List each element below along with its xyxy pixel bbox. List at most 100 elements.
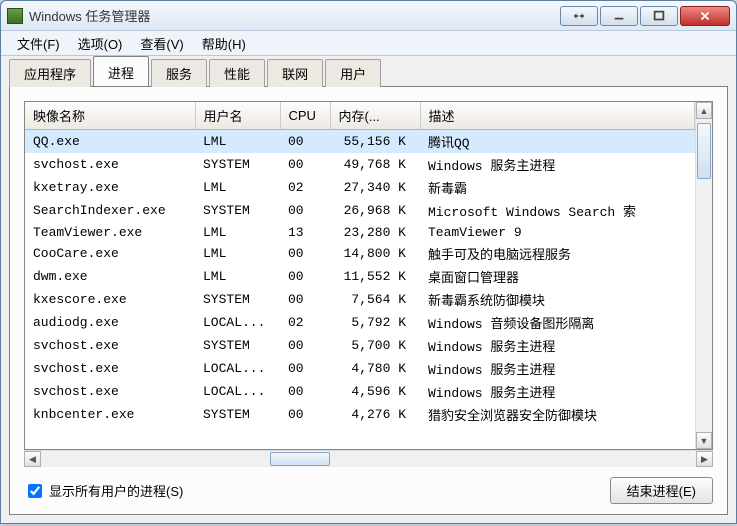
- show-all-users-label: 显示所有用户的进程(S): [49, 481, 183, 500]
- process-description: Windows 服务主进程: [420, 334, 695, 357]
- process-description: Microsoft Windows Search 索: [420, 199, 695, 222]
- scroll-down-button[interactable]: ▼: [696, 432, 712, 449]
- process-name: kxescore.exe: [25, 288, 195, 311]
- process-memory: 23,280 K: [330, 222, 420, 242]
- process-name: audiodg.exe: [25, 311, 195, 334]
- table-row[interactable]: svchost.exeSYSTEM0049,768 KWindows 服务主进程: [25, 153, 695, 176]
- table-row[interactable]: knbcenter.exeSYSTEM004,276 K猎豹安全浏览器安全防御模…: [25, 403, 695, 426]
- vertical-scrollbar[interactable]: ▲ ▼: [695, 102, 712, 449]
- end-process-button[interactable]: 结束进程(E): [610, 477, 713, 504]
- process-cpu: 00: [280, 403, 330, 426]
- table-row[interactable]: kxescore.exeSYSTEM007,564 K新毒霸系统防御模块: [25, 288, 695, 311]
- process-user: SYSTEM: [195, 199, 280, 222]
- table-row[interactable]: svchost.exeLOCAL...004,596 KWindows 服务主进…: [25, 380, 695, 403]
- bottom-bar: 显示所有用户的进程(S) 结束进程(E): [24, 467, 713, 504]
- col-image-name[interactable]: 映像名称: [25, 102, 195, 130]
- hscroll-thumb[interactable]: [270, 452, 330, 466]
- tab-networking[interactable]: 联网: [267, 59, 323, 87]
- tab-users[interactable]: 用户: [325, 59, 381, 87]
- process-memory: 11,552 K: [330, 265, 420, 288]
- table-row[interactable]: svchost.exeSYSTEM005,700 KWindows 服务主进程: [25, 334, 695, 357]
- tab-performance[interactable]: 性能: [209, 59, 265, 87]
- scroll-thumb[interactable]: [697, 123, 711, 179]
- table-row[interactable]: kxetray.exeLML0227,340 K新毒霸: [25, 176, 695, 199]
- menu-help[interactable]: 帮助(H): [194, 32, 254, 55]
- col-description[interactable]: 描述: [420, 102, 695, 130]
- process-cpu: 00: [280, 334, 330, 357]
- table-row[interactable]: TeamViewer.exeLML1323,280 KTeamViewer 9: [25, 222, 695, 242]
- tabbar: 应用程序 进程 服务 性能 联网 用户: [9, 60, 728, 86]
- close-button[interactable]: [680, 6, 730, 26]
- minimize-button[interactable]: [600, 6, 638, 26]
- process-cpu: 00: [280, 242, 330, 265]
- process-name: svchost.exe: [25, 380, 195, 403]
- menu-options[interactable]: 选项(O): [70, 32, 131, 55]
- process-cpu: 00: [280, 153, 330, 176]
- table-row[interactable]: QQ.exeLML0055,156 K腾讯QQ: [25, 130, 695, 154]
- client-area: 应用程序 进程 服务 性能 联网 用户: [1, 55, 736, 523]
- scroll-right-button[interactable]: ▶: [696, 451, 713, 467]
- menu-view[interactable]: 查看(V): [132, 32, 191, 55]
- tab-processes[interactable]: 进程: [93, 56, 149, 86]
- process-user: LOCAL...: [195, 380, 280, 403]
- process-memory: 4,596 K: [330, 380, 420, 403]
- restore-icon: [572, 9, 586, 23]
- menu-file[interactable]: 文件(F): [9, 32, 68, 55]
- tab-applications[interactable]: 应用程序: [9, 59, 91, 87]
- process-memory: 5,792 K: [330, 311, 420, 334]
- scroll-left-button[interactable]: ◀: [24, 451, 41, 467]
- process-list-container: 映像名称 用户名 CPU 内存(... 描述 QQ.exeLML0055,156…: [24, 101, 713, 450]
- process-cpu: 00: [280, 130, 330, 154]
- process-user: SYSTEM: [195, 334, 280, 357]
- col-memory[interactable]: 内存(...: [330, 102, 420, 130]
- col-user-name[interactable]: 用户名: [195, 102, 280, 130]
- process-memory: 27,340 K: [330, 176, 420, 199]
- process-description: 新毒霸系统防御模块: [420, 288, 695, 311]
- process-description: 新毒霸: [420, 176, 695, 199]
- process-memory: 26,968 K: [330, 199, 420, 222]
- process-memory: 55,156 K: [330, 130, 420, 154]
- process-description: Windows 服务主进程: [420, 153, 695, 176]
- process-memory: 4,276 K: [330, 403, 420, 426]
- process-description: Windows 音频设备图形隔离: [420, 311, 695, 334]
- process-memory: 4,780 K: [330, 357, 420, 380]
- process-name: svchost.exe: [25, 357, 195, 380]
- table-row[interactable]: CooCare.exeLML0014,800 K触手可及的电脑远程服务: [25, 242, 695, 265]
- show-all-users-checkbox[interactable]: 显示所有用户的进程(S): [24, 481, 183, 501]
- process-memory: 49,768 K: [330, 153, 420, 176]
- process-list[interactable]: 映像名称 用户名 CPU 内存(... 描述 QQ.exeLML0055,156…: [25, 102, 695, 449]
- process-cpu: 00: [280, 357, 330, 380]
- minimize-icon: [612, 9, 626, 23]
- table-row[interactable]: dwm.exeLML0011,552 K桌面窗口管理器: [25, 265, 695, 288]
- window-title: Windows 任务管理器: [29, 6, 150, 25]
- scroll-track[interactable]: [696, 119, 712, 432]
- column-headers: 映像名称 用户名 CPU 内存(... 描述: [25, 102, 695, 130]
- process-name: svchost.exe: [25, 334, 195, 357]
- process-memory: 5,700 K: [330, 334, 420, 357]
- show-all-users-input[interactable]: [28, 484, 42, 498]
- scroll-up-button[interactable]: ▲: [696, 102, 712, 119]
- process-user: SYSTEM: [195, 288, 280, 311]
- restore-button[interactable]: [560, 6, 598, 26]
- process-cpu: 02: [280, 311, 330, 334]
- process-name: dwm.exe: [25, 265, 195, 288]
- processes-panel: 映像名称 用户名 CPU 内存(... 描述 QQ.exeLML0055,156…: [9, 86, 728, 515]
- process-cpu: 00: [280, 288, 330, 311]
- hscroll-track[interactable]: [41, 451, 696, 467]
- table-row[interactable]: SearchIndexer.exeSYSTEM0026,968 KMicroso…: [25, 199, 695, 222]
- table-row[interactable]: audiodg.exeLOCAL...025,792 KWindows 音频设备…: [25, 311, 695, 334]
- chevron-up-icon: ▲: [700, 106, 709, 116]
- process-memory: 7,564 K: [330, 288, 420, 311]
- process-user: LML: [195, 242, 280, 265]
- process-description: 猎豹安全浏览器安全防御模块: [420, 403, 695, 426]
- horizontal-scrollbar[interactable]: ◀ ▶: [24, 450, 713, 467]
- close-icon: [698, 9, 712, 23]
- maximize-button[interactable]: [640, 6, 678, 26]
- process-cpu: 13: [280, 222, 330, 242]
- table-row[interactable]: svchost.exeLOCAL...004,780 KWindows 服务主进…: [25, 357, 695, 380]
- chevron-down-icon: ▼: [700, 436, 709, 446]
- tab-services[interactable]: 服务: [151, 59, 207, 87]
- process-name: svchost.exe: [25, 153, 195, 176]
- col-cpu[interactable]: CPU: [280, 102, 330, 130]
- titlebar[interactable]: Windows 任务管理器: [1, 1, 736, 31]
